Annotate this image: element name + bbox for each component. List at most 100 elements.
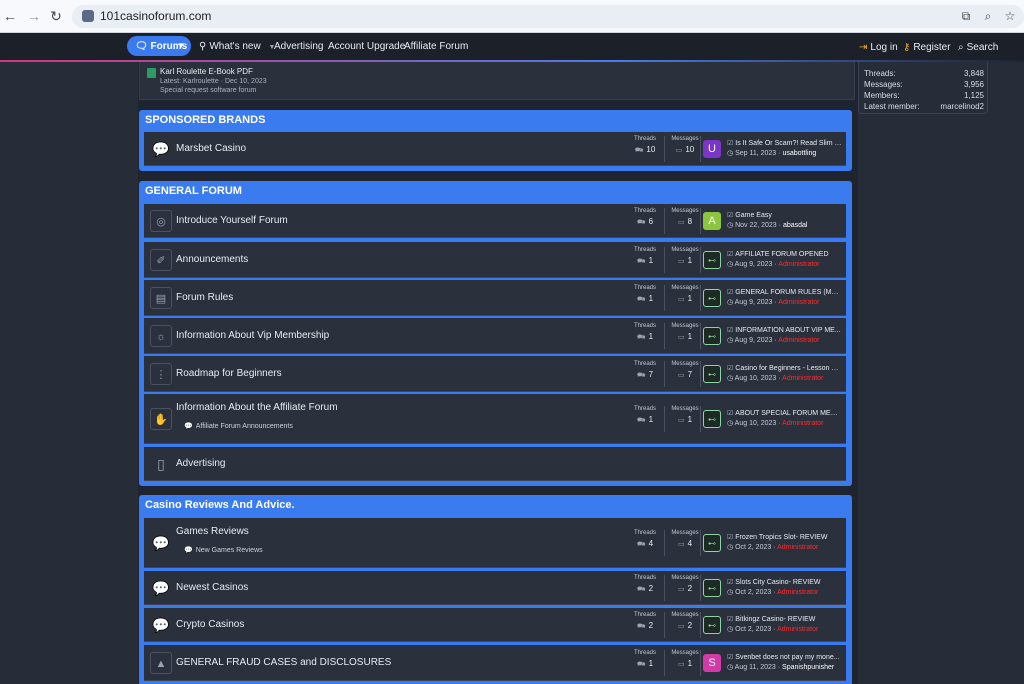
last-post-title[interactable]: ☑ Slots City Casino- REVIEW xyxy=(727,578,842,586)
bookmark-star-icon[interactable]: ☆ xyxy=(1002,8,1018,24)
last-post-date[interactable]: Oct 2, 2023 xyxy=(735,626,771,633)
avatar[interactable]: U xyxy=(703,140,721,158)
previous-node-title[interactable]: Karl Roulette E-Book PDF xyxy=(160,67,253,76)
last-post-title[interactable]: ☑ Svenbet does not pay my mone... xyxy=(727,653,842,661)
last-post-user[interactable]: Administrator xyxy=(777,544,818,551)
last-post-title-text[interactable]: INFORMATION ABOUT VIP ME... xyxy=(735,327,840,334)
subforum-link[interactable]: 💬 New Games Reviews xyxy=(184,546,263,554)
last-post-title[interactable]: ☑ AFFILIATE FORUM OPENED xyxy=(727,250,842,258)
last-post-date[interactable]: Oct 2, 2023 xyxy=(735,544,771,551)
avatar[interactable]: S xyxy=(703,654,721,672)
forum-node[interactable]: ☼ Information About Vip Membership Threads… xyxy=(144,318,846,354)
last-post-date[interactable]: Oct 2, 2023 xyxy=(735,589,771,596)
nav-account-upgrade[interactable]: Account Upgrade xyxy=(328,41,405,52)
last-post-title[interactable]: ☑ Casino for Beginners - Lesson 6 ... xyxy=(727,364,842,372)
last-post-user[interactable]: Administrator xyxy=(777,589,818,596)
category-title[interactable]: Casino Reviews And Advice. xyxy=(145,499,295,511)
category-title[interactable]: GENERAL FORUM xyxy=(145,185,242,197)
last-post-title[interactable]: ☑ Is It Safe Or Scam?! Read Slim Li... xyxy=(727,139,842,147)
forward-icon[interactable]: → xyxy=(26,8,42,24)
last-post-user[interactable]: Administrator xyxy=(777,626,818,633)
last-post-date[interactable]: Nov 22, 2023 xyxy=(735,222,777,229)
chevron-down-icon[interactable]: ▼ xyxy=(177,41,185,50)
avatar[interactable]: A xyxy=(703,212,721,230)
avatar[interactable]: ⊷ xyxy=(703,534,721,552)
forum-node[interactable]: ✋ Information About the Affiliate Forum 💬 A… xyxy=(144,394,846,444)
last-post-date[interactable]: Aug 11, 2023 xyxy=(735,664,776,671)
last-post-user[interactable]: Administrator xyxy=(782,375,823,382)
zoom-icon[interactable]: ⌕ xyxy=(980,8,996,24)
last-post-title-text[interactable]: Bitkingz Casino- REVIEW xyxy=(735,616,815,623)
forum-node[interactable]: ✐ Announcements Threads 🗪 1 Messages ▭ 1 ⊷ ☑ AFFIL… xyxy=(144,242,846,278)
last-post-title[interactable]: ☑ INFORMATION ABOUT VIP ME... xyxy=(727,326,842,334)
last-post-user[interactable]: Administrator xyxy=(778,299,819,306)
forum-node-title[interactable]: GENERAL FRAUD CASES and DISCLOSURES xyxy=(176,657,391,668)
forum-node[interactable]: 💬 Games Reviews 💬 New Games Reviews Threads 🗪… xyxy=(144,518,846,568)
last-post-user[interactable]: Spanishpunisher xyxy=(782,664,834,671)
forum-node[interactable]: ◎ Introduce Yourself Forum Threads 🗪 6 Messag… xyxy=(144,204,846,238)
last-post-user[interactable]: Administrator xyxy=(778,337,819,344)
avatar[interactable]: ⊷ xyxy=(703,365,721,383)
last-post-title-text[interactable]: Slots City Casino- REVIEW xyxy=(735,579,820,586)
forum-node-title[interactable]: Announcements xyxy=(176,254,248,265)
forum-node[interactable]: ⋮ Roadmap for Beginners Threads 🗪 7 Messages ▭… xyxy=(144,356,846,392)
forum-node[interactable]: ▲ GENERAL FRAUD CASES and DISCLOSURES Thre… xyxy=(144,645,846,681)
last-post-date[interactable]: Aug 10, 2023 xyxy=(735,420,777,427)
avatar[interactable]: ⊷ xyxy=(703,616,721,634)
register-link[interactable]: ⚷ Register xyxy=(903,42,951,53)
forum-node[interactable]: 💬 Marsbet Casino Threads 🗪 10 Messages ▭ 10 U ☑ Is… xyxy=(144,132,846,166)
avatar[interactable]: ⊷ xyxy=(703,327,721,345)
translate-icon[interactable]: ⧉ xyxy=(958,8,974,24)
forum-node[interactable]: 💬 Crypto Casinos Threads 🗪 2 Messages ▭ 2 ⊷ ☑ Bitk… xyxy=(144,608,846,642)
forum-node-title[interactable]: Roadmap for Beginners xyxy=(176,368,282,379)
last-post-date[interactable]: Aug 10, 2023 xyxy=(735,375,777,382)
forum-node-title[interactable]: Forum Rules xyxy=(176,292,233,303)
forum-node[interactable]: 💬 Newest Casinos Threads 🗪 2 Messages ▭ 2 ⊷ ☑ Slot… xyxy=(144,571,846,605)
avatar[interactable]: ⊷ xyxy=(703,289,721,307)
last-post-title-text[interactable]: ABOUT SPECIAL FORUM MEMB... xyxy=(735,410,842,417)
stat-latest-value[interactable]: marcelinod2 xyxy=(940,102,984,111)
last-post-title[interactable]: ☑ ABOUT SPECIAL FORUM MEMB... xyxy=(727,409,842,417)
last-post-title-text[interactable]: Game Easy xyxy=(735,212,772,219)
last-post-title-text[interactable]: Casino for Beginners - Lesson 6 ... xyxy=(735,365,842,372)
category-title[interactable]: SPONSORED BRANDS xyxy=(145,114,265,126)
forum-node-title[interactable]: Crypto Casinos xyxy=(176,619,244,630)
last-post-date[interactable]: Aug 9, 2023 xyxy=(735,299,773,306)
last-post-title[interactable]: ☑ GENERAL FORUM RULES (MUST... xyxy=(727,288,842,296)
last-post-user[interactable]: Administrator xyxy=(782,420,823,427)
last-post-date[interactable]: Sep 11, 2023 xyxy=(735,150,776,157)
forum-node-title[interactable]: Advertising xyxy=(176,458,225,469)
nav-affiliate-forum[interactable]: Affiliate Forum xyxy=(404,41,468,52)
address-bar[interactable]: 101casinoforum.com ⧉ ⌕ ☆ xyxy=(72,5,1024,28)
site-info-icon[interactable] xyxy=(82,10,94,22)
forum-node[interactable]: ▤ Forum Rules Threads 🗪 1 Messages ▭ 1 ⊷ ☑ GENERAL… xyxy=(144,280,846,316)
last-post-title-text[interactable]: Is It Safe Or Scam?! Read Slim Li... xyxy=(735,140,842,147)
last-post-title-text[interactable]: AFFILIATE FORUM OPENED xyxy=(735,251,828,258)
previous-node[interactable]: Karl Roulette E-Book PDF Latest: Karlrou… xyxy=(139,62,855,100)
last-post-user[interactable]: abasdal xyxy=(783,222,808,229)
forum-node-title[interactable]: Marsbet Casino xyxy=(176,143,246,154)
url-text[interactable]: 101casinoforum.com xyxy=(100,9,211,23)
avatar[interactable]: ⊷ xyxy=(703,251,721,269)
last-post-title[interactable]: ☑ Frozen Tropics Slot- REVIEW xyxy=(727,533,842,541)
back-icon[interactable]: ← xyxy=(2,8,18,24)
last-post-title-text[interactable]: Svenbet does not pay my mone... xyxy=(735,654,839,661)
avatar[interactable]: ⊷ xyxy=(703,410,721,428)
last-post-user[interactable]: Administrator xyxy=(778,261,819,268)
login-link[interactable]: ⇥ Log in xyxy=(859,42,898,53)
nav-forums-tab[interactable]: 🗨 Forums ▼ xyxy=(127,36,191,56)
forum-node-title[interactable]: Information About Vip Membership xyxy=(176,330,329,341)
avatar[interactable]: ⊷ xyxy=(703,579,721,597)
last-post-title[interactable]: ☑ Game Easy xyxy=(727,211,842,219)
forum-node-title[interactable]: Introduce Yourself Forum xyxy=(176,215,288,226)
last-post-date[interactable]: Aug 9, 2023 xyxy=(735,261,773,268)
last-post-date[interactable]: Aug 9, 2023 xyxy=(735,337,773,344)
subforum-link[interactable]: 💬 Affiliate Forum Announcements xyxy=(184,422,293,430)
last-post-title-text[interactable]: Frozen Tropics Slot- REVIEW xyxy=(735,534,827,541)
nav-whats-new[interactable]: ⚲ What's new ▼ xyxy=(199,41,275,52)
last-post-user[interactable]: usabottling xyxy=(782,150,816,157)
forum-node-title[interactable]: Newest Casinos xyxy=(176,582,248,593)
forum-node-title[interactable]: Information About the Affiliate Forum xyxy=(176,402,338,413)
forum-node-title[interactable]: Games Reviews xyxy=(176,526,249,537)
last-post-title-text[interactable]: GENERAL FORUM RULES (MUST... xyxy=(735,289,842,296)
